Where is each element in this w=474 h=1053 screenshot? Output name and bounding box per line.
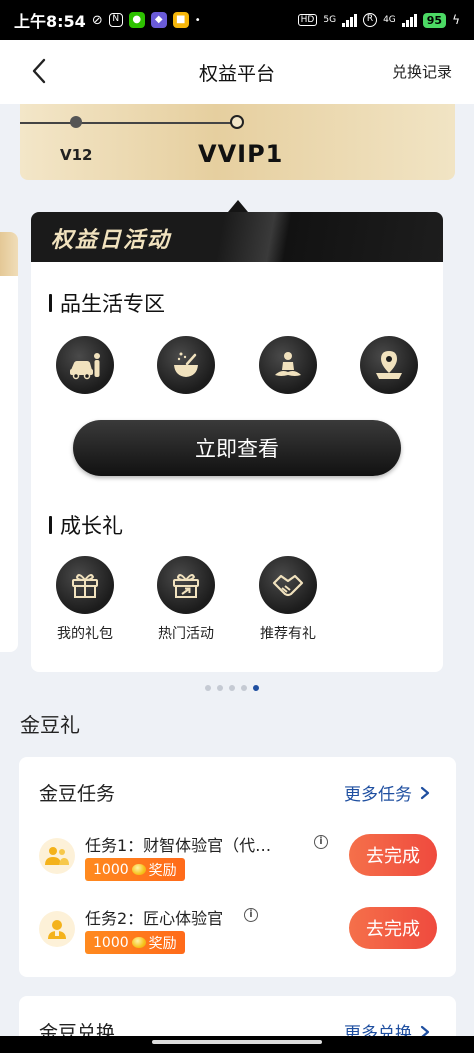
section-title-growth: 成长礼 [49, 510, 123, 540]
carousel-dot-active[interactable] [253, 685, 259, 691]
hd-icon: HD [297, 14, 318, 26]
task-row: 任务2：匠心体验官 i 1000 奖励 去完成 [19, 905, 456, 965]
level-progress-line [20, 122, 238, 124]
activity-card-header: 权益日活动 [31, 212, 443, 262]
reward-badge: 1000 奖励 [85, 931, 185, 954]
carousel-prev-card[interactable] [0, 232, 18, 652]
activity-card-title: 权益日活动 [51, 228, 172, 253]
tasks-title: 金豆任务 [39, 783, 116, 805]
nav-bar: 权益平台 兑换记录 [0, 40, 474, 104]
task-name: 任务1：财智体验官（代… [85, 836, 272, 855]
carousel-indicator [205, 685, 259, 691]
card-pointer [228, 200, 248, 212]
info-icon[interactable]: i [314, 835, 328, 849]
chevron-right-icon [420, 786, 430, 799]
person-badge-icon [39, 911, 75, 947]
wechat-icon: ● [128, 12, 145, 28]
carousel-dot[interactable] [241, 685, 247, 691]
app-icon-purple: ◆ [150, 12, 167, 28]
status-time: 上午8:54 [14, 12, 86, 31]
status-bar: 上午8:54 ⊘ N ● ◆ ■ • HD 5G R 4G 95 ϟ [0, 0, 474, 40]
signal-icon [342, 13, 358, 27]
recommend-gift-label[interactable]: 推荐有礼 [243, 623, 333, 643]
my-gift-label[interactable]: 我的礼包 [40, 623, 130, 643]
home-indicator [0, 1036, 474, 1053]
carousel-dot[interactable] [217, 685, 223, 691]
nfc-icon: N [108, 13, 123, 27]
battery-icon: 95 [422, 12, 447, 28]
signal2-icon [401, 13, 417, 27]
users-group-icon [39, 838, 75, 874]
golden-bean-icon [131, 864, 146, 875]
gift-box-icon[interactable] [56, 556, 114, 614]
reward-amount: 1000 [93, 861, 129, 878]
reward-label: 奖励 [148, 862, 177, 879]
reward-label: 奖励 [148, 935, 177, 952]
yoga-meditation-icon[interactable] [259, 336, 317, 394]
mute-icon: ⊘ [91, 12, 103, 28]
reward-amount: 1000 [93, 934, 129, 951]
reward-badge: 1000 奖励 [85, 858, 185, 881]
task-row: 任务1：财智体验官（代… i 1000 奖励 去完成 [19, 832, 456, 892]
golden-bean-heading: 金豆礼 [20, 713, 80, 737]
network-5g-label: 5G [323, 15, 337, 25]
level-next-dot [230, 115, 244, 129]
dot-icon: • [194, 14, 201, 26]
golden-bean-icon [131, 937, 146, 948]
carousel-dot[interactable] [205, 685, 211, 691]
task-name: 任务2：匠心体验官 [85, 909, 224, 928]
go-complete-button[interactable]: 去完成 [349, 907, 437, 949]
home-gesture-bar[interactable] [152, 1040, 322, 1044]
level-progress-card: V12 VVIP1 [20, 104, 455, 180]
section-title-life: 品生活专区 [49, 288, 165, 318]
level-current-dot [70, 116, 82, 128]
registered-icon: R [363, 13, 378, 27]
network-4g-label: 4G [383, 15, 396, 25]
location-pin-icon[interactable] [360, 336, 418, 394]
golden-bean-task-card: 金豆任务 更多任务 任务1：财智体验官（代… i 1000 奖励 去完成 任务2… [19, 757, 456, 977]
food-bowl-icon[interactable] [157, 336, 215, 394]
car-service-icon[interactable] [56, 336, 114, 394]
level-next-label: VVIP1 [198, 140, 284, 168]
info-icon[interactable]: i [244, 908, 258, 922]
go-complete-button[interactable]: 去完成 [349, 834, 437, 876]
gift-box-arrow-icon[interactable] [157, 556, 215, 614]
back-icon[interactable] [28, 56, 56, 86]
more-tasks-link[interactable]: 更多任务 [344, 780, 430, 805]
view-now-button[interactable]: 立即查看 [73, 420, 401, 476]
app-icon-yellow: ■ [172, 12, 189, 28]
more-tasks-label[interactable]: 更多任务 [344, 780, 412, 805]
hot-activity-label[interactable]: 热门活动 [141, 623, 231, 643]
page-title: 权益平台 [198, 62, 275, 85]
charging-icon: ϟ [452, 13, 460, 27]
level-current-label: V12 [60, 146, 93, 164]
activity-card: 权益日活动 品生活专区 立即查看 成长礼 我的礼包 热门活动 推荐有礼 [31, 212, 443, 672]
carousel-dot[interactable] [229, 685, 235, 691]
handshake-icon[interactable] [259, 556, 317, 614]
exchange-record-link[interactable]: 兑换记录 [392, 61, 452, 82]
